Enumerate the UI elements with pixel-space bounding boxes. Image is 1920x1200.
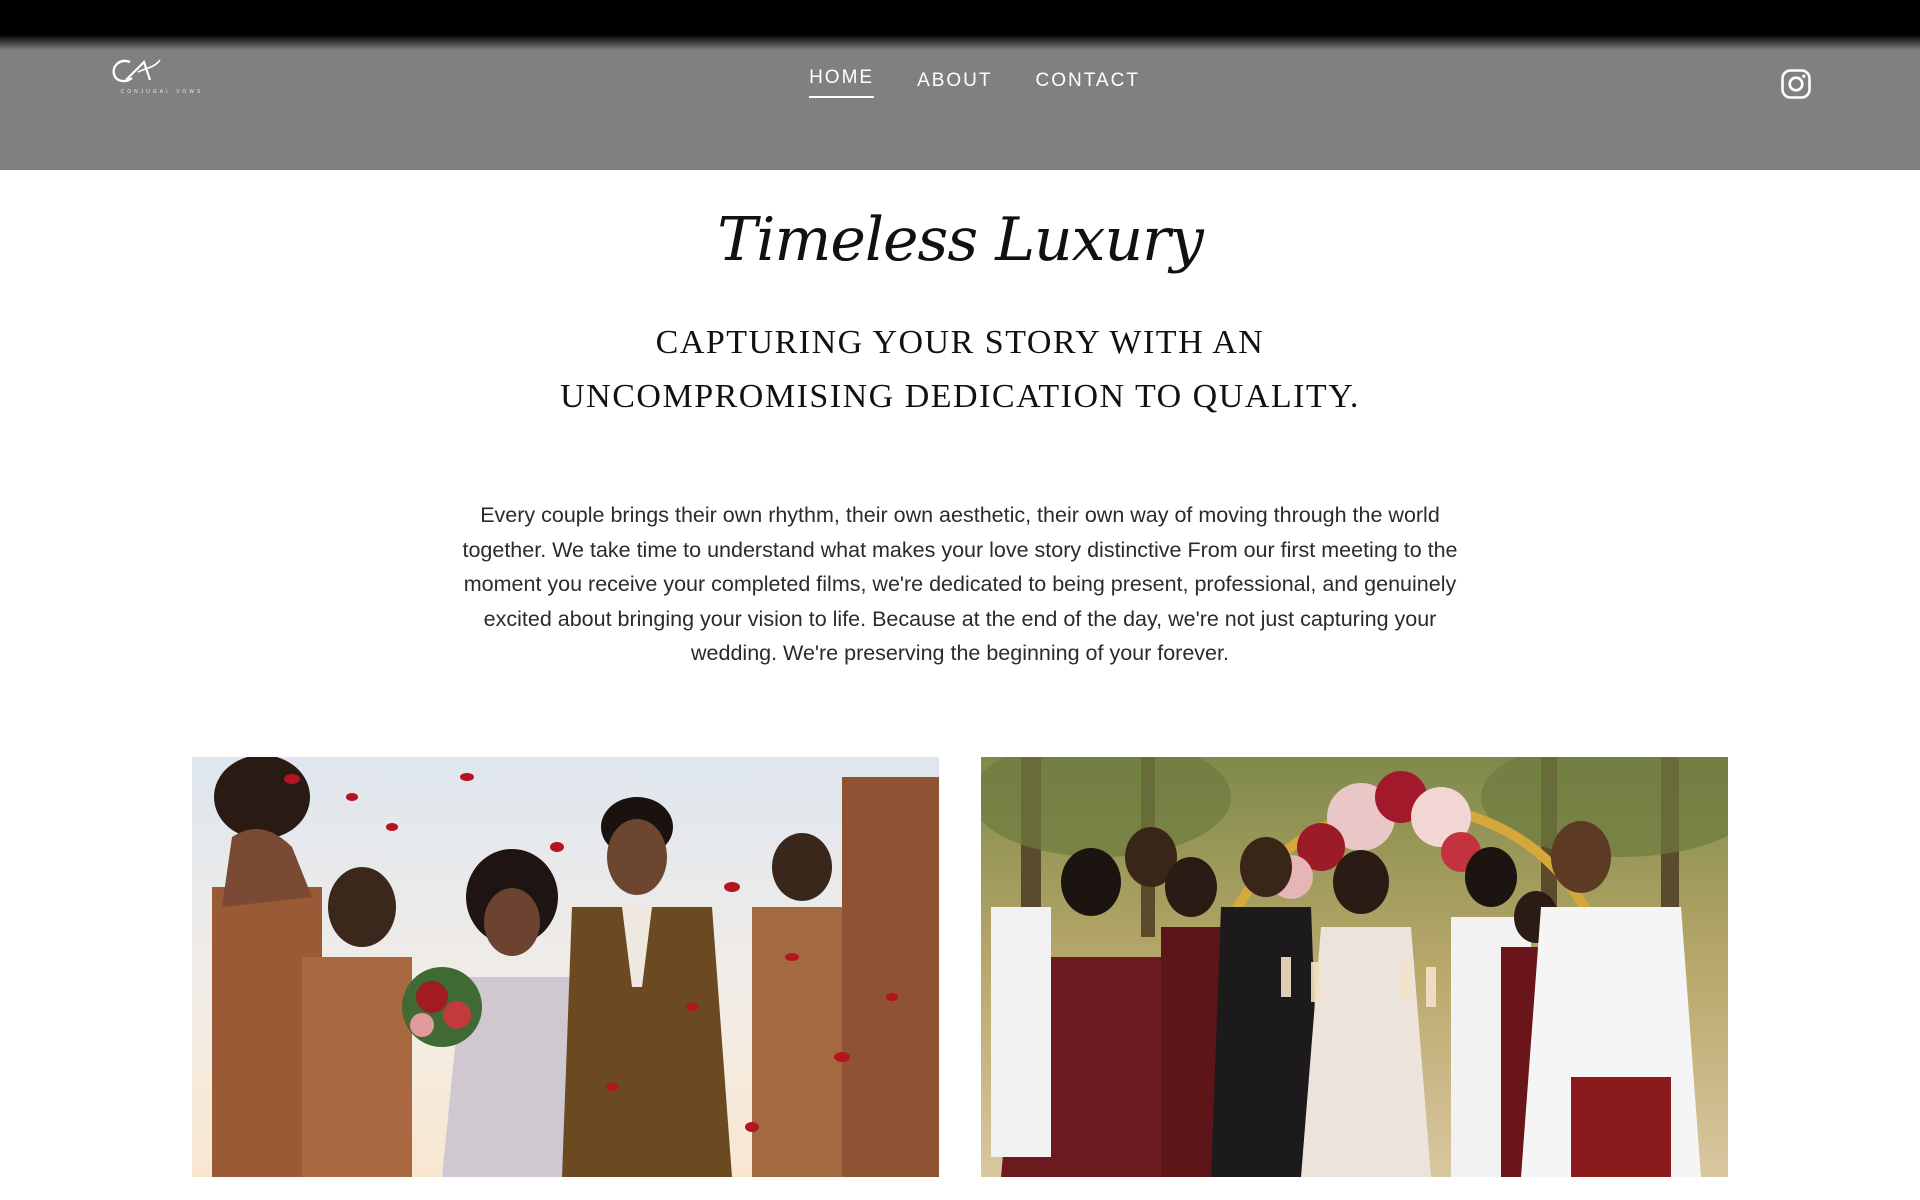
intro-paragraph: Every couple brings their own rhythm, th…	[462, 503, 1458, 666]
wedding-petals-photo	[192, 757, 939, 1177]
nav-contact[interactable]: CONTACT	[1036, 70, 1140, 98]
main-nav: HOME ABOUT CONTACT	[0, 67, 1920, 98]
instagram-icon[interactable]	[1780, 68, 1812, 100]
subtitle-line-1: CAPTURING YOUR STORY WITH AN	[655, 324, 1265, 361]
subtitle-line-2: UNCOMPROMISING DEDICATION TO QUALITY.	[560, 378, 1360, 415]
page-title: Timeless Luxury	[717, 205, 1204, 275]
wedding-toast-photo	[981, 757, 1728, 1177]
site-header: CONJUGAL VOWS HOME ABOUT CONTACT	[0, 0, 1920, 170]
nav-about[interactable]: ABOUT	[917, 70, 992, 98]
header-top-shade	[0, 0, 1920, 50]
nav-home[interactable]: HOME	[809, 67, 875, 98]
subtitle: CAPTURING YOUR STORY WITH AN UNCOMPROMIS…	[460, 316, 1460, 424]
